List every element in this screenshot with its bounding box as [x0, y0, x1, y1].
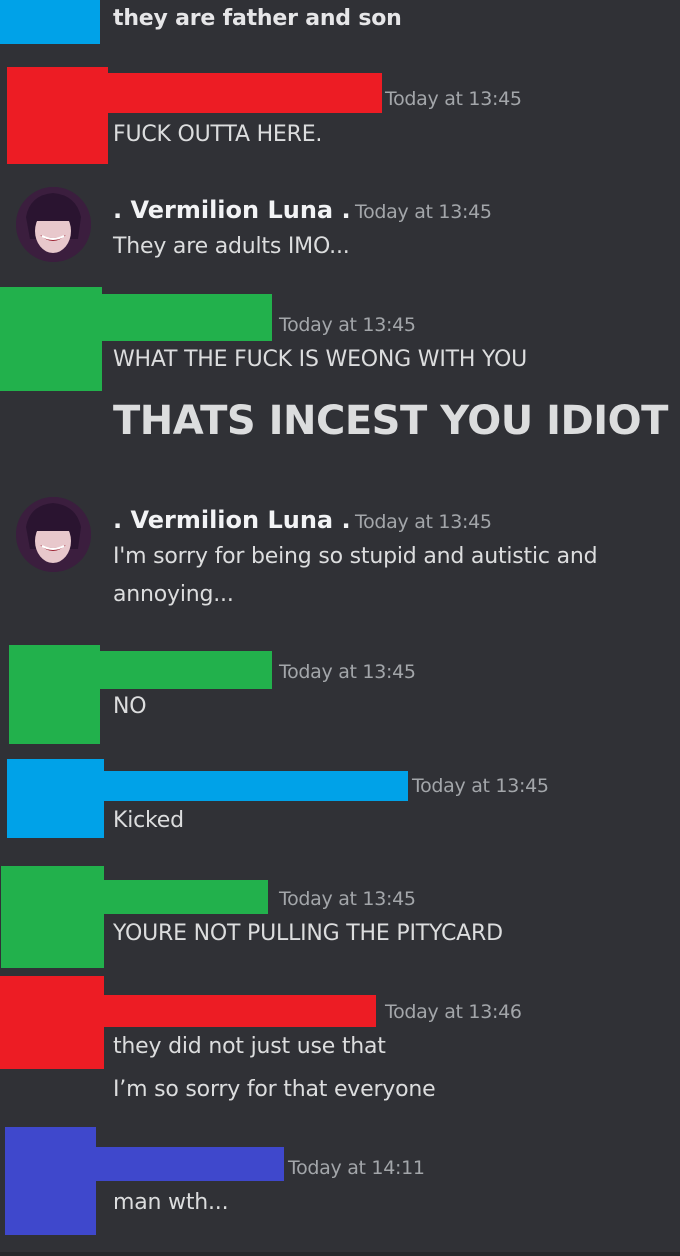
- timestamp: Today at 13:45: [355, 201, 492, 223]
- redacted-username-indigo: [92, 1147, 284, 1181]
- redacted-username-green: [95, 651, 272, 689]
- timestamp: Today at 14:11: [288, 1157, 425, 1179]
- redacted-avatar-blue: [0, 0, 100, 44]
- redacted-avatar-indigo: [5, 1127, 96, 1235]
- redacted-username-blue: [100, 771, 408, 801]
- timestamp: Today at 13:45: [279, 888, 416, 910]
- redacted-avatar-red: [0, 976, 104, 1069]
- avatar-image-icon: [16, 187, 91, 262]
- message-text: I’m so sorry for that everyone: [113, 1077, 436, 1102]
- timestamp: Today at 13:45: [355, 511, 492, 533]
- message-text: they did not just use that: [113, 1034, 386, 1059]
- redacted-username-green: [95, 294, 272, 341]
- timestamp: Today at 13:45: [412, 775, 549, 797]
- avatar[interactable]: [16, 187, 91, 262]
- message-text: man wth...: [113, 1190, 229, 1215]
- redacted-username-green: [100, 880, 268, 914]
- timestamp: Today at 13:46: [385, 1001, 522, 1023]
- redacted-avatar-green: [1, 866, 104, 968]
- redacted-avatar-red: [7, 67, 108, 164]
- timestamp: Today at 13:45: [385, 88, 522, 110]
- bottom-divider: [0, 1252, 680, 1256]
- message-text: They are adults IMO...: [113, 234, 350, 259]
- message-text: FUCK OUTTA HERE.: [113, 122, 323, 147]
- message-text: YOURE NOT PULLING THE PITYCARD: [113, 921, 503, 946]
- username[interactable]: . Vermilion Luna .: [113, 506, 351, 534]
- message-text: WHAT THE FUCK IS WEONG WITH YOU: [113, 347, 528, 372]
- avatar-image-icon: [16, 497, 91, 572]
- message-text: Kicked: [113, 808, 184, 833]
- redacted-avatar-green: [0, 287, 102, 391]
- redacted-avatar-blue: [7, 759, 104, 838]
- message-text: annoying...: [113, 582, 234, 607]
- timestamp: Today at 13:45: [279, 661, 416, 683]
- timestamp: Today at 13:45: [279, 314, 416, 336]
- message-text: they are father and son: [113, 6, 402, 31]
- redacted-username-red: [100, 995, 376, 1027]
- redacted-avatar-green: [9, 645, 100, 744]
- message-header-text: THATS INCEST YOU IDIOT: [113, 398, 668, 444]
- avatar[interactable]: [16, 497, 91, 572]
- message-text: NO: [113, 694, 147, 719]
- message-text: I'm sorry for being so stupid and autist…: [113, 544, 598, 569]
- username[interactable]: . Vermilion Luna .: [113, 196, 351, 224]
- redacted-username-red: [100, 73, 382, 113]
